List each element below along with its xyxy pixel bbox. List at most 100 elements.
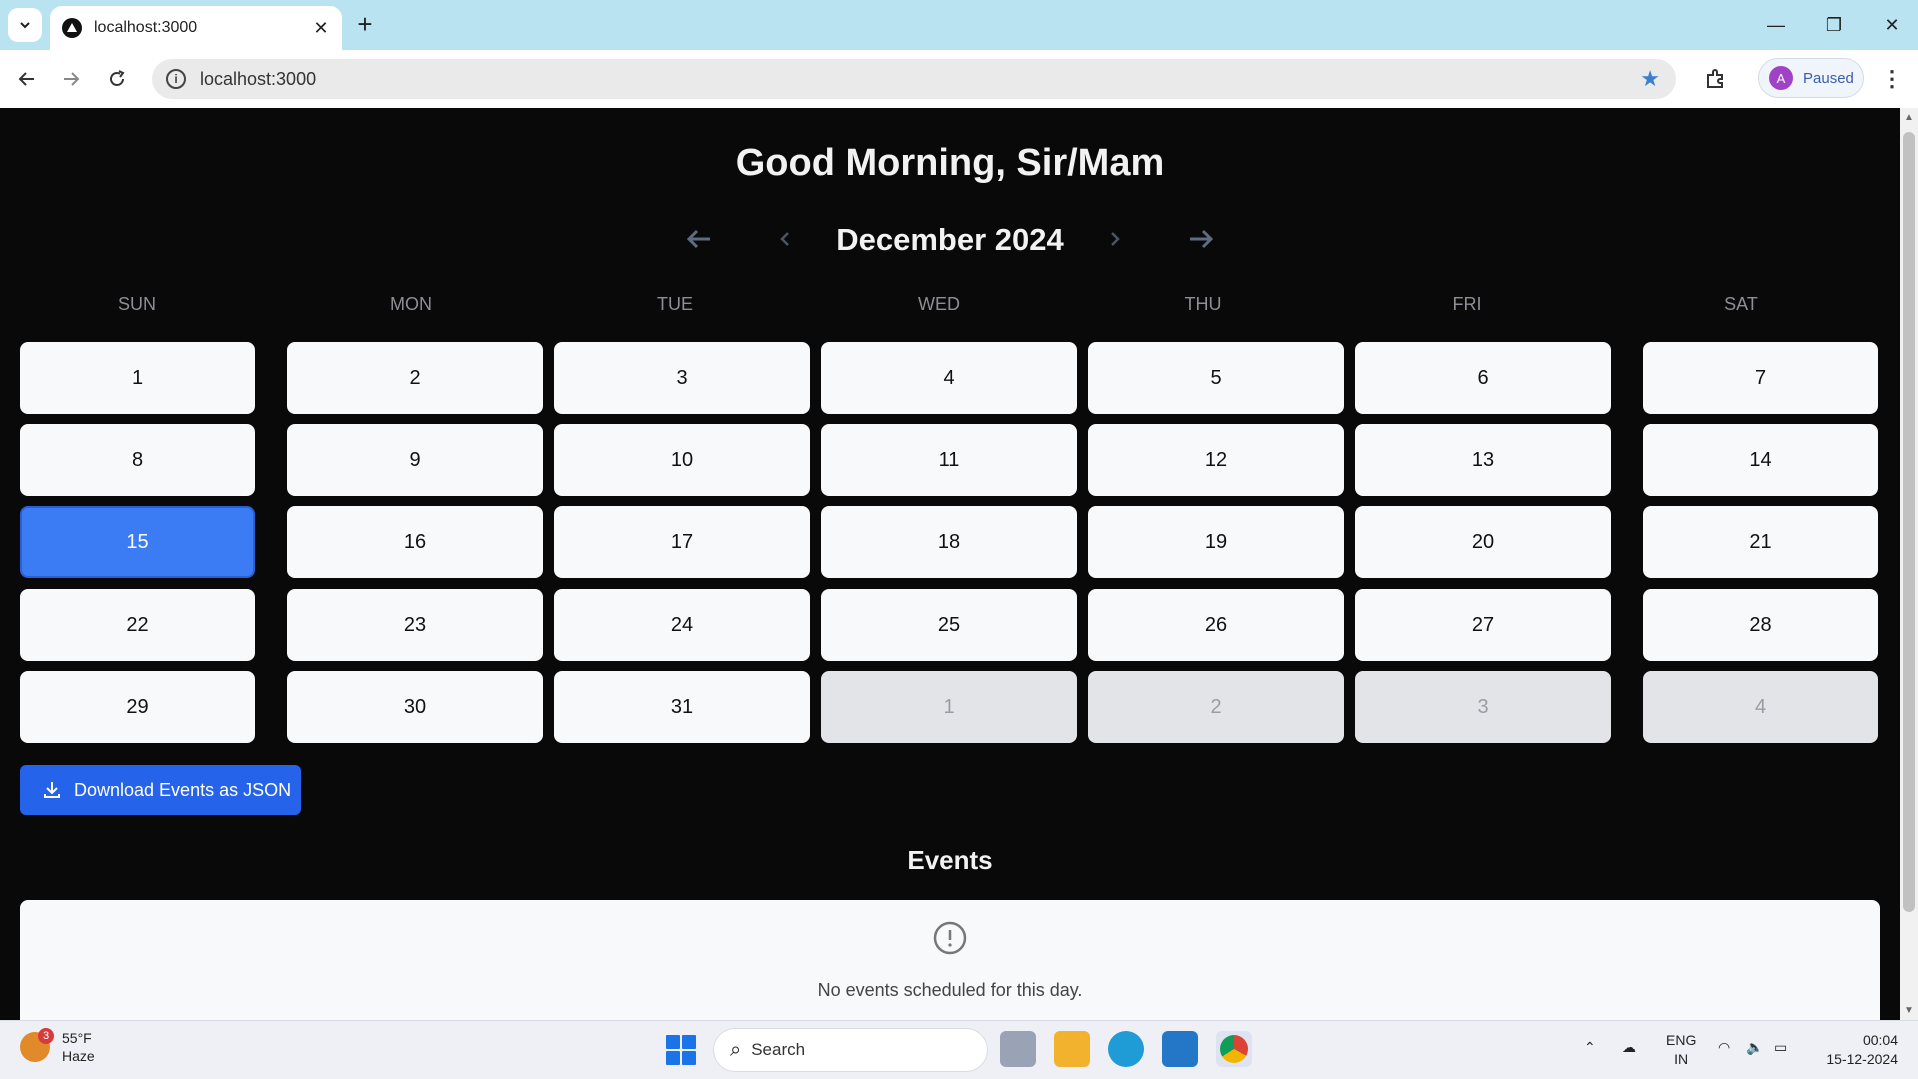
calendar-day[interactable]: 24 [554,589,810,661]
calendar-day[interactable]: 27 [1355,589,1611,661]
new-tab-button[interactable]: + [352,11,378,38]
calendar-day[interactable]: 10 [554,424,810,496]
language-region: IN [1674,1051,1689,1067]
weekday-header: SAT [1724,294,1758,314]
tray-overflow-icon[interactable]: ⌃ [1584,1039,1596,1056]
scroll-up-icon[interactable]: ▲ [1904,112,1914,123]
weather-condition: Haze [62,1048,95,1064]
calendar-day[interactable]: 9 [287,424,543,496]
weekday-header: WED [918,294,960,314]
calendar-day[interactable]: 31 [554,671,810,743]
language-code: ENG [1666,1032,1697,1048]
calendar-day[interactable]: 21 [1643,506,1878,578]
file-explorer-icon[interactable] [1054,1031,1090,1067]
calendar-day[interactable]: 14 [1643,424,1878,496]
arrow-right-icon [64,72,80,86]
calendar-day[interactable]: 26 [1088,589,1344,661]
calendar-day[interactable]: 15 [20,506,255,578]
calendar-day[interactable]: 7 [1643,342,1878,414]
minimize-button[interactable]: — [1756,10,1796,40]
calendar-day[interactable]: 11 [821,424,1077,496]
calendar-day[interactable]: 2 [287,342,543,414]
extensions-icon[interactable] [1700,64,1730,94]
language-indicator[interactable]: ENG IN [1666,1031,1696,1069]
weather-widget[interactable]: 3 55°F Haze [20,1028,95,1065]
taskbar-search[interactable]: ⌕ Search [713,1028,988,1072]
next-year-button[interactable] [1178,216,1224,262]
profile-status: Paused [1803,69,1854,87]
arrow-right-icon [1190,229,1214,249]
start-button[interactable] [666,1035,696,1065]
calendar-day[interactable]: 29 [20,671,255,743]
calendar-day[interactable]: 1 [20,342,255,414]
events-empty-message: No events scheduled for this day. [817,980,1083,1000]
calendar-day[interactable]: 28 [1643,589,1878,661]
calendar-day-outside-month[interactable]: 4 [1643,671,1878,743]
calendar-day[interactable]: 19 [1088,506,1344,578]
calendar-day[interactable]: 5 [1088,342,1344,414]
reload-button[interactable] [102,64,132,94]
calendar-day[interactable]: 18 [821,506,1077,578]
download-icon [44,782,60,798]
calendar-day[interactable]: 25 [821,589,1077,661]
bookmark-star-icon[interactable]: ★ [1640,66,1660,92]
tab-close-icon[interactable]: ✕ [310,17,332,39]
system-clock[interactable]: 00:04 15-12-2024 [1810,1031,1898,1069]
browser-tab-bar: localhost:3000 ✕ + — ❐ ✕ [0,0,1918,50]
calendar-day[interactable]: 4 [821,342,1077,414]
tab-search-button[interactable] [8,8,42,42]
onedrive-icon[interactable]: ☁ [1622,1039,1636,1056]
chevron-down-icon [20,22,30,29]
scroll-down-icon[interactable]: ▼ [1904,1005,1914,1016]
taskbar-search-label: Search [751,1040,806,1059]
chrome-icon[interactable] [1216,1031,1252,1067]
next-month-button[interactable] [1092,216,1138,262]
avatar: A [1769,66,1793,90]
events-heading: Events [907,845,993,875]
calendar-day[interactable]: 12 [1088,424,1344,496]
calendar-day[interactable]: 3 [554,342,810,414]
close-window-button[interactable]: ✕ [1872,10,1912,40]
scrollbar-thumb[interactable] [1903,132,1915,912]
site-info-icon[interactable]: i [166,69,186,89]
chevron-right-icon [1111,232,1120,246]
address-bar[interactable]: i localhost:3000 ★ [152,59,1676,99]
calendar-day[interactable]: 22 [20,589,255,661]
clock-date: 15-12-2024 [1826,1051,1898,1067]
profile-button[interactable]: A Paused [1758,58,1864,98]
calendar-day-outside-month[interactable]: 3 [1355,671,1611,743]
back-button[interactable] [12,64,42,94]
site-favicon-icon [62,18,82,38]
page-scrollbar[interactable]: ▲ ▼ [1900,108,1918,1020]
calendar-day-outside-month[interactable]: 2 [1088,671,1344,743]
weekday-header: THU [1184,294,1222,314]
calendar-day[interactable]: 6 [1355,342,1611,414]
wifi-icon[interactable]: ◠ [1718,1039,1730,1056]
edge-icon[interactable] [1108,1031,1144,1067]
restore-button[interactable]: ❐ [1814,10,1854,40]
calendar-day-outside-month[interactable]: 1 [821,671,1077,743]
battery-icon[interactable]: ▭ [1774,1039,1787,1056]
weather-icon: 3 [20,1028,54,1062]
browser-menu-icon[interactable]: ⋮ [1880,64,1904,94]
calendar-day[interactable]: 16 [287,506,543,578]
calendar-day[interactable]: 8 [20,424,255,496]
browser-tab[interactable]: localhost:3000 ✕ [50,6,342,50]
weekday-header: FRI [1452,294,1482,314]
calendar-day[interactable]: 13 [1355,424,1611,496]
weather-temperature: 55°F [62,1030,92,1046]
weekday-header: TUE [657,294,693,314]
forward-button[interactable] [56,64,86,94]
events-panel: No events scheduled for this day. [20,900,1880,1020]
vscode-icon[interactable] [1162,1031,1198,1067]
download-events-button[interactable]: Download Events as JSON [20,765,301,815]
weekday-header: SUN [117,294,156,314]
browser-toolbar: i localhost:3000 ★ A Paused ⋮ [0,50,1918,109]
tab-title: localhost:3000 [94,19,198,36]
calendar-day[interactable]: 30 [287,671,543,743]
volume-icon[interactable]: 🔈 [1746,1039,1763,1056]
calendar-day[interactable]: 20 [1355,506,1611,578]
task-view-icon[interactable] [1000,1031,1036,1067]
calendar-day[interactable]: 23 [287,589,543,661]
calendar-day[interactable]: 17 [554,506,810,578]
